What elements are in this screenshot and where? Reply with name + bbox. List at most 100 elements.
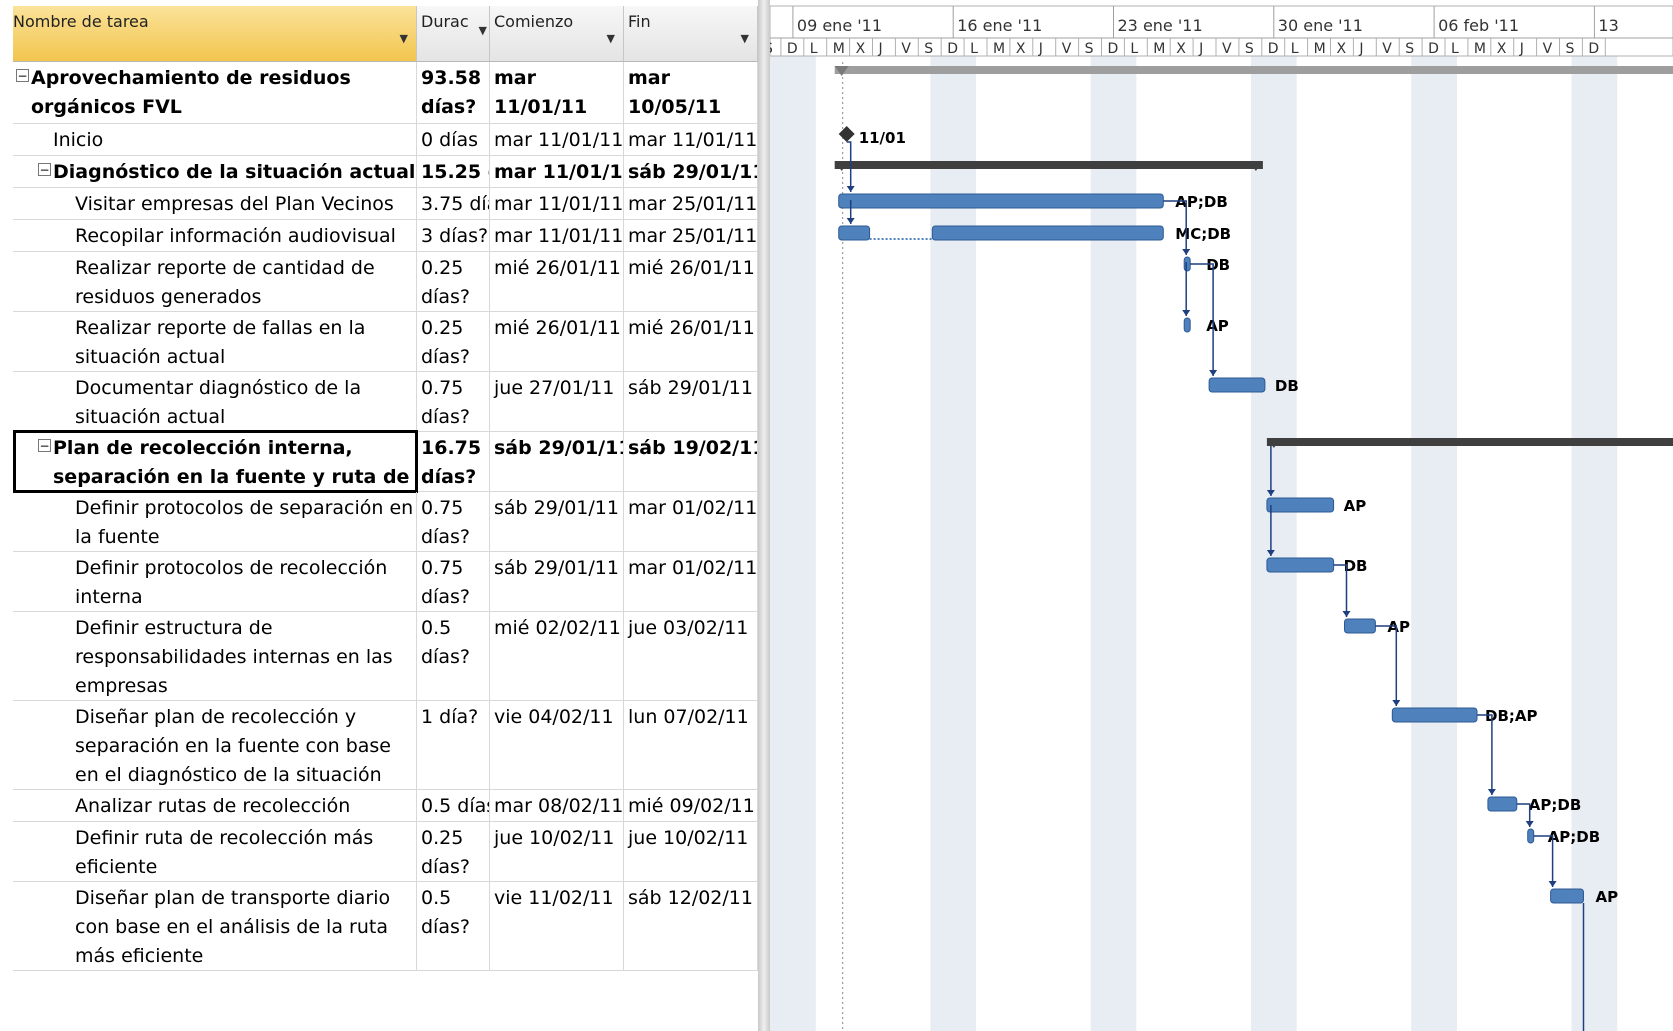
task-row[interactable]: Definir protocolos de recolección intern…	[13, 552, 758, 612]
end-cell[interactable]: lun 07/02/11	[624, 701, 758, 789]
task-bar[interactable]	[1550, 888, 1584, 904]
task-name-cell[interactable]: Visitar empresas del Plan Vecinos	[13, 188, 417, 219]
start-cell[interactable]: jue 10/02/11	[490, 822, 624, 881]
task-row[interactable]: Diseñar plan de transporte diario con ba…	[13, 882, 758, 971]
task-name-cell[interactable]: Definir ruta de recolección más eficient…	[13, 822, 417, 881]
summary-task-row[interactable]: Diagnóstico de la situación actual 15.25 …	[13, 156, 758, 188]
start-cell[interactable]: vie 04/02/11	[490, 701, 624, 789]
column-header-task-name[interactable]: Nombre de tarea ▼	[13, 6, 417, 62]
duration-cell[interactable]: 0.25 días?	[417, 252, 490, 311]
task-name-cell[interactable]: Aprovechamiento de residuos orgánicos FV…	[13, 62, 417, 123]
start-cell[interactable]: mar 11/01/11	[490, 124, 624, 155]
task-name-cell[interactable]: Definir protocolos de separación en la f…	[13, 492, 417, 551]
start-cell[interactable]: mié 26/01/11	[490, 312, 624, 371]
task-name-cell[interactable]: Diseñar plan de recolección y separación…	[13, 701, 417, 789]
duration-cell[interactable]: 1 día?	[417, 701, 490, 789]
task-bar[interactable]	[1208, 377, 1266, 393]
task-bar[interactable]	[838, 193, 1164, 209]
task-row[interactable]: Visitar empresas del Plan Vecinos 3.75 dí…	[13, 188, 758, 220]
collapse-toggle-icon[interactable]: −	[38, 439, 51, 452]
end-cell[interactable]: mar 11/01/11	[624, 124, 758, 155]
task-name-cell[interactable]: Recopilar información audiovisual	[13, 220, 417, 251]
task-row[interactable]: Analizar rutas de recolección0.5 días'ma…	[13, 790, 758, 822]
duration-cell[interactable]: 3.75 día	[417, 188, 490, 219]
start-cell[interactable]: mar 11/01/11	[490, 156, 624, 187]
start-cell[interactable]: mié 02/02/11	[490, 612, 624, 700]
task-row[interactable]: Definir estructura de responsabilidades …	[13, 612, 758, 701]
start-cell[interactable]: vie 11/02/11	[490, 882, 624, 970]
task-bar[interactable]	[1487, 796, 1518, 812]
start-cell[interactable]: sáb 29/01/11	[490, 552, 624, 611]
task-row[interactable]: Definir ruta de recolección más eficient…	[13, 822, 758, 882]
task-bar[interactable]	[1183, 256, 1191, 272]
start-cell[interactable]: sáb 29/01/11	[490, 492, 624, 551]
task-row[interactable]: Recopilar información audiovisual 3 días?…	[13, 220, 758, 252]
task-name-cell[interactable]: Documentar diagnóstico de la situación a…	[13, 372, 417, 431]
start-cell[interactable]: sáb 29/01/11	[490, 432, 624, 491]
task-row[interactable]: Diseñar plan de recolección y separación…	[13, 701, 758, 790]
end-cell[interactable]: jue 10/02/11	[624, 822, 758, 881]
start-cell[interactable]: mar 11/01/11	[490, 188, 624, 219]
chevron-down-icon[interactable]: ▼	[741, 32, 749, 45]
duration-cell[interactable]: 0.5 días'	[417, 790, 490, 821]
duration-cell[interactable]: 0.25 días?	[417, 312, 490, 371]
task-bar[interactable]	[1527, 828, 1535, 844]
task-bar[interactable]	[1391, 707, 1478, 723]
column-header-duration[interactable]: Durac ▼	[417, 6, 490, 62]
task-name-cell[interactable]: Realizar reporte de fallas en la situaci…	[13, 312, 417, 371]
task-bar[interactable]	[931, 225, 1164, 241]
task-bar[interactable]	[1183, 317, 1191, 333]
task-name-cell[interactable]: Diagnóstico de la situación actual	[13, 156, 417, 187]
duration-cell[interactable]: 16.75 días?	[417, 432, 490, 491]
duration-cell[interactable]: 0.25 días?	[417, 822, 490, 881]
task-bar[interactable]	[1266, 557, 1335, 573]
end-cell[interactable]: sáb 12/02/11	[624, 882, 758, 970]
task-row[interactable]: Realizar reporte de fallas en la situaci…	[13, 312, 758, 372]
milestone-diamond[interactable]	[838, 126, 855, 142]
task-name-cell[interactable]: Analizar rutas de recolección	[13, 790, 417, 821]
end-cell[interactable]: mar 01/02/11	[624, 492, 758, 551]
start-cell[interactable]: mar 11/01/11	[490, 62, 624, 123]
duration-cell[interactable]: 0.5 días?	[417, 612, 490, 700]
task-bar[interactable]	[1344, 618, 1376, 634]
summary-bar-diagnostico[interactable]	[834, 161, 1263, 169]
column-header-start[interactable]: Comienzo ▼	[490, 6, 624, 62]
chevron-down-icon[interactable]: ▼	[400, 32, 408, 45]
duration-cell[interactable]: 0.75 días?	[417, 492, 490, 551]
summary-task-row[interactable]: Aprovechamiento de residuos orgánicos FV…	[13, 62, 758, 124]
duration-cell[interactable]: 15.25 dí	[417, 156, 490, 187]
start-cell[interactable]: jue 27/01/11	[490, 372, 624, 431]
summary-task-row[interactable]: Plan de recolección interna, separación …	[13, 432, 758, 492]
end-cell[interactable]: sáb 19/02/11	[624, 432, 758, 491]
duration-cell[interactable]: 0.75 días?	[417, 552, 490, 611]
duration-cell[interactable]: 3 días?	[417, 220, 490, 251]
task-bar[interactable]	[838, 225, 871, 241]
start-cell[interactable]: mié 26/01/11	[490, 252, 624, 311]
task-name-cell[interactable]: Diseñar plan de transporte diario con ba…	[13, 882, 417, 970]
task-name-cell[interactable]: Definir estructura de responsabilidades …	[13, 612, 417, 700]
task-row[interactable]: Inicio 0 días mar 11/01/11 mar 11/01/11	[13, 124, 758, 156]
start-cell[interactable]: mar 08/02/11	[490, 790, 624, 821]
task-row[interactable]: Realizar reporte de cantidad de residuos…	[13, 252, 758, 312]
task-name-cell[interactable]: Definir protocolos de recolección intern…	[13, 552, 417, 611]
duration-cell[interactable]: 93.58 días?	[417, 62, 490, 123]
end-cell[interactable]: mar 01/02/11	[624, 552, 758, 611]
task-name-cell[interactable]: Plan de recolección interna, separación …	[13, 432, 417, 491]
collapse-toggle-icon[interactable]: −	[16, 69, 29, 82]
end-cell[interactable]: jue 03/02/11	[624, 612, 758, 700]
task-name-cell[interactable]: Inicio	[13, 124, 417, 155]
end-cell[interactable]: mié 26/01/11	[624, 252, 758, 311]
end-cell[interactable]: sáb 29/01/11	[624, 156, 758, 187]
end-cell[interactable]: mié 26/01/11	[624, 312, 758, 371]
summary-bar-plan[interactable]	[1266, 438, 1673, 446]
end-cell[interactable]: mar 25/01/11	[624, 220, 758, 251]
column-header-end[interactable]: Fin ▼	[624, 6, 758, 62]
chevron-down-icon[interactable]: ▼	[607, 32, 615, 45]
collapse-toggle-icon[interactable]: −	[38, 163, 51, 176]
duration-cell[interactable]: 0 días	[417, 124, 490, 155]
duration-cell[interactable]: 0.5 días?	[417, 882, 490, 970]
start-cell[interactable]: mar 11/01/11	[490, 220, 624, 251]
task-row[interactable]: Documentar diagnóstico de la situación a…	[13, 372, 758, 432]
end-cell[interactable]: mar 10/05/11	[624, 62, 758, 123]
split-divider[interactable]	[758, 0, 770, 1031]
